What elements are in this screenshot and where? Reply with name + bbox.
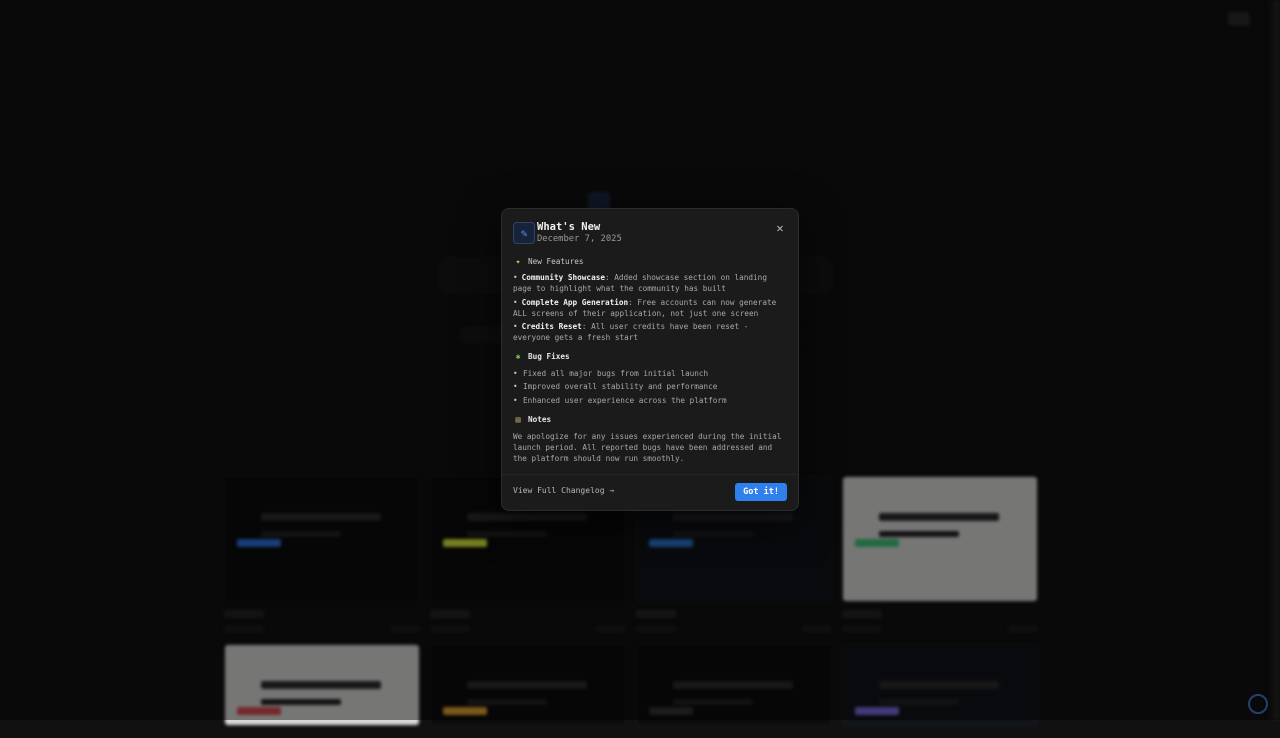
- whats-new-modal: ✎ What's New December 7, 2025 ✕ ✦ New Fe…: [501, 208, 799, 511]
- modal-header: ✎ What's New December 7, 2025 ✕: [513, 221, 787, 252]
- modal-title: What's New: [537, 221, 601, 233]
- features-heading: ✦ New Features: [513, 255, 787, 267]
- feature-name: Credits Reset: [521, 322, 582, 331]
- view-changelog-link[interactable]: View Full Changelog →: [513, 486, 614, 495]
- modal-date: December 7, 2025: [537, 234, 622, 244]
- list-item: Fixed all major bugs from initial launch: [513, 368, 787, 379]
- list-item: Community Showcase: Added showcase secti…: [513, 272, 787, 294]
- sparkle-icon: ✦: [515, 256, 521, 266]
- badge-icon: [1248, 694, 1268, 714]
- notes-text: We apologize for any issues experienced …: [513, 431, 782, 463]
- list-item: Credits Reset: All user credits have bee…: [513, 321, 787, 343]
- modal-footer: View Full Changelog → Got it!: [502, 474, 798, 510]
- modal-body: ✦ New Features Community Showcase: Added…: [513, 255, 787, 464]
- bug-icon: ✱: [515, 352, 521, 361]
- notes-heading-label: Notes: [528, 415, 552, 425]
- corner-badge[interactable]: [1248, 694, 1268, 714]
- close-icon[interactable]: ✕: [773, 221, 787, 235]
- feature-name: Complete App Generation: [521, 297, 629, 307]
- memo-icon: ▤: [515, 415, 521, 425]
- features-heading-label: New Features: [528, 256, 584, 266]
- list-item: Complete App Generation: Free accounts c…: [513, 297, 787, 319]
- got-it-button[interactable]: Got it!: [735, 483, 787, 501]
- bug-fixes-heading-label: Bug Fixes: [528, 352, 570, 361]
- list-item: Enhanced user experience across the plat…: [513, 395, 787, 406]
- feature-name: Community Showcase: [521, 273, 605, 282]
- features-list: Community Showcase: Added showcase secti…: [513, 272, 787, 343]
- list-item: Improved overall stability and performan…: [513, 381, 787, 392]
- notes-heading: ▤ Notes: [513, 414, 787, 426]
- bug-fixes-list: Fixed all major bugs from initial launch…: [513, 368, 787, 407]
- bug-fixes-heading: ✱ Bug Fixes: [513, 351, 787, 363]
- pencil-icon: ✎: [513, 222, 535, 244]
